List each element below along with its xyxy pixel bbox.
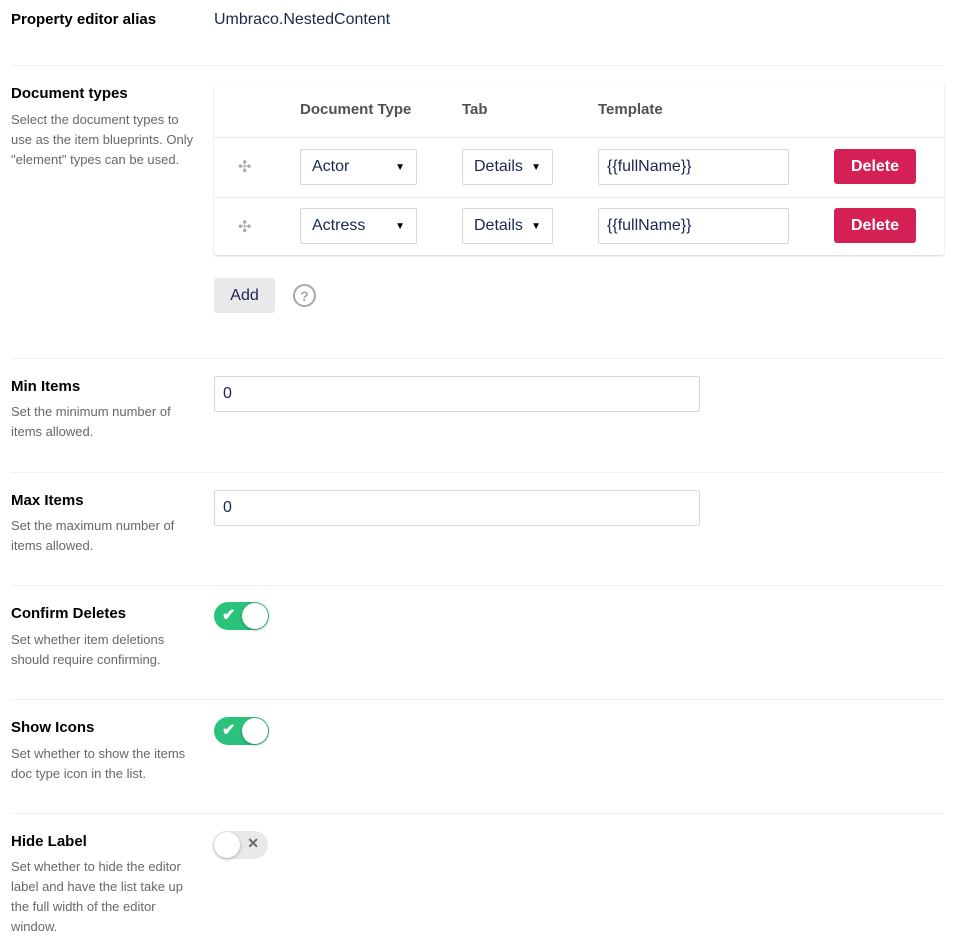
column-header-document-type: Document Type xyxy=(300,101,412,118)
tab-value: Details xyxy=(474,158,523,175)
hide-label-label: Hide Label xyxy=(11,833,87,850)
add-button[interactable]: Add xyxy=(214,278,275,313)
tab-select[interactable]: Details ▼ xyxy=(462,149,553,185)
divider xyxy=(11,65,944,66)
help-icon[interactable]: ? xyxy=(293,284,316,307)
caret-down-icon: ▼ xyxy=(395,161,405,173)
toggle-knob xyxy=(214,832,240,858)
toggle-knob xyxy=(242,603,268,629)
template-input[interactable]: {{fullName}} xyxy=(598,149,789,185)
document-type-select[interactable]: Actor ▼ xyxy=(300,149,417,185)
max-items-input[interactable]: 0 xyxy=(214,490,700,526)
divider xyxy=(11,585,944,586)
document-type-select[interactable]: Actress ▼ xyxy=(300,208,417,244)
tab-value: Details xyxy=(474,217,523,234)
delete-button[interactable]: Delete xyxy=(834,149,916,184)
show-icons-toggle[interactable]: ✔ xyxy=(214,717,269,745)
caret-down-icon: ▼ xyxy=(395,220,405,232)
cross-icon: ✕ xyxy=(247,835,259,851)
confirm-deletes-description: Set whether item deletions should requir… xyxy=(11,632,165,667)
show-icons-description: Set whether to show the items doc type i… xyxy=(11,746,186,781)
confirm-deletes-label: Confirm Deletes xyxy=(11,605,127,622)
min-items-input[interactable]: 0 xyxy=(214,376,700,412)
alias-value: Umbraco.NestedContent xyxy=(214,11,391,28)
divider xyxy=(11,813,944,814)
min-items-description: Set the minimum number of items allowed. xyxy=(11,404,171,439)
hide-label-description: Set whether to hide the editor label and… xyxy=(11,859,184,934)
check-icon: ✔ xyxy=(222,607,236,624)
template-input[interactable]: {{fullName}} xyxy=(598,208,789,244)
confirm-deletes-toggle[interactable]: ✔ xyxy=(214,602,269,630)
max-items-label: Max Items xyxy=(11,492,84,509)
column-header-tab: Tab xyxy=(462,101,488,118)
toggle-knob xyxy=(242,718,268,744)
divider xyxy=(11,699,944,700)
column-header-template: Template xyxy=(598,101,663,118)
table-row: ✣ Actor ▼ Details ▼ {{fullName}} Delete xyxy=(214,138,944,197)
check-icon: ✔ xyxy=(222,722,236,739)
min-items-label: Min Items xyxy=(11,378,81,395)
hide-label-toggle[interactable]: ✕ xyxy=(213,831,268,859)
document-types-label: Document types xyxy=(11,85,128,102)
drag-handle-icon[interactable]: ✣ xyxy=(238,157,251,177)
max-items-description: Set the maximum number of items allowed. xyxy=(11,518,175,553)
divider xyxy=(11,358,944,359)
caret-down-icon: ▼ xyxy=(531,161,541,173)
table-row: ✣ Actress ▼ Details ▼ {{fullName}} Delet… xyxy=(214,197,944,255)
document-type-value: Actress xyxy=(312,217,366,234)
alias-label: Property editor alias xyxy=(11,11,157,28)
delete-button[interactable]: Delete xyxy=(834,208,916,243)
document-type-value: Actor xyxy=(312,158,350,175)
caret-down-icon: ▼ xyxy=(531,220,541,232)
show-icons-label: Show Icons xyxy=(11,719,95,736)
document-types-table: Document Type Tab Template ✣ Actor ▼ Det… xyxy=(214,83,944,255)
divider xyxy=(11,472,944,473)
drag-handle-icon[interactable]: ✣ xyxy=(238,217,251,237)
document-types-description: Select the document types to use as the … xyxy=(11,112,194,167)
tab-select[interactable]: Details ▼ xyxy=(462,208,553,244)
